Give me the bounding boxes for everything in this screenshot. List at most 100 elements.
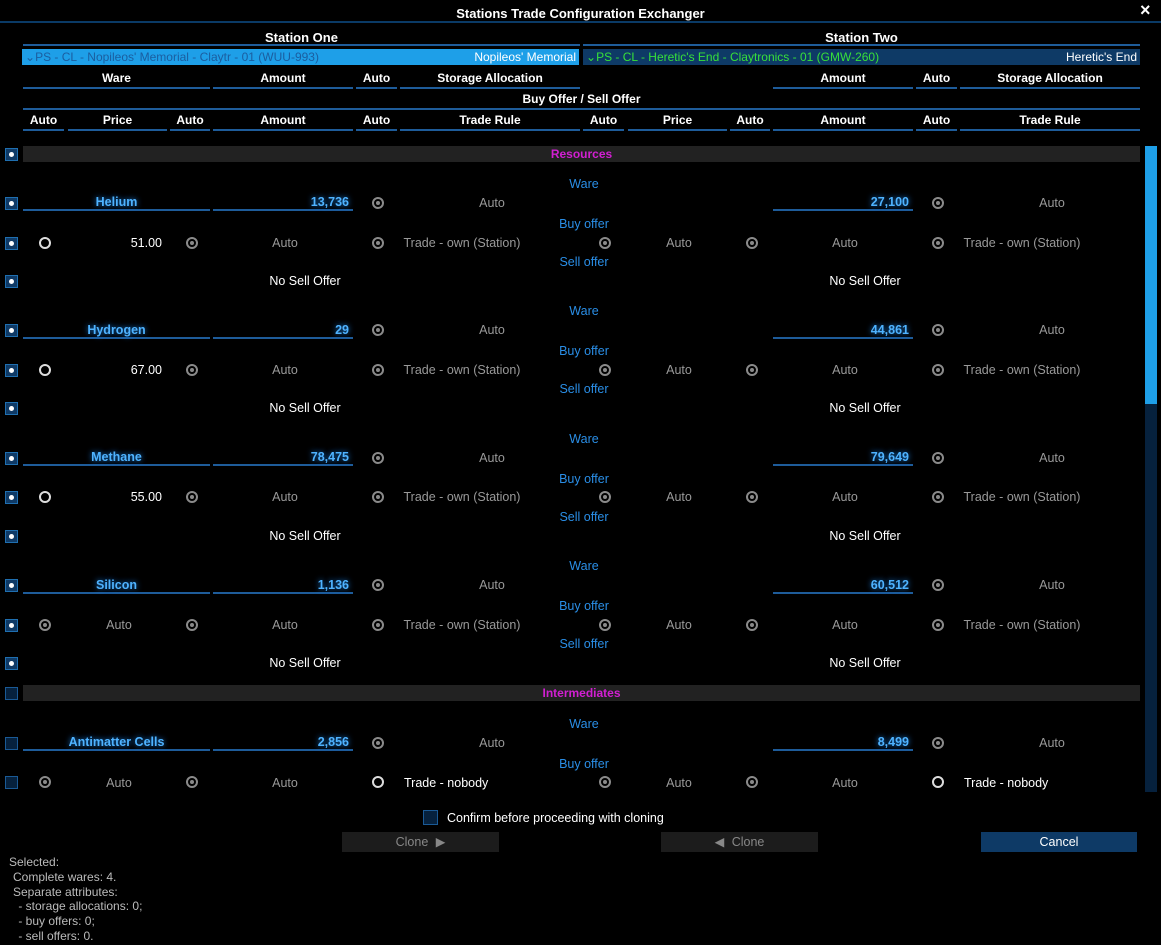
header-auto-f: Auto: [916, 113, 957, 131]
auto-radio[interactable]: [372, 324, 384, 336]
ware-label: Ware: [569, 432, 599, 446]
auto-radio[interactable]: [372, 579, 384, 591]
buy-amount: Auto: [832, 363, 858, 377]
ware-checkbox-antimatter[interactable]: [5, 737, 18, 750]
auto-radio[interactable]: [372, 197, 384, 209]
ware-checkbox-helium[interactable]: [5, 197, 18, 210]
sell-offer-label: Sell offer: [559, 510, 609, 524]
no-sell-2: No Sell Offer: [829, 656, 901, 670]
select-resources-checkbox[interactable]: [5, 148, 18, 161]
buy-offer-label: Buy offer: [559, 217, 609, 231]
header-storage-1: Storage Allocation: [400, 71, 580, 89]
auto-radio[interactable]: [932, 579, 944, 591]
station-one-dropdown[interactable]: ⌄PS - CL - Nopileos' Memorial - Claytr -…: [22, 49, 579, 65]
buy-checkbox-methane[interactable]: [5, 491, 18, 504]
buy-checkbox-helium[interactable]: [5, 237, 18, 250]
sell-checkbox-hydrogen[interactable]: [5, 402, 18, 415]
ware-checkbox-hydrogen[interactable]: [5, 324, 18, 337]
trade-rule-antimatter-1: Trade - nobody: [404, 776, 489, 790]
amount-auto-radio[interactable]: [746, 619, 758, 631]
no-sell-1: No Sell Offer: [269, 274, 341, 288]
rule-auto-radio[interactable]: [372, 619, 384, 631]
arrow-right-icon: ▶: [435, 835, 446, 849]
rule-auto-radio[interactable]: [372, 364, 384, 376]
sell-checkbox-methane[interactable]: [5, 530, 18, 543]
close-icon[interactable]: ×: [1140, 0, 1151, 21]
auto-radio[interactable]: [932, 324, 944, 336]
buy-amount: Auto: [832, 618, 858, 632]
price-auto-radio[interactable]: [39, 237, 51, 249]
clone-left-label: Clone: [731, 835, 765, 849]
price-auto-2: Auto: [666, 618, 692, 632]
price-auto-radio[interactable]: [599, 237, 611, 249]
no-sell-1: No Sell Offer: [269, 656, 341, 670]
no-sell-2: No Sell Offer: [829, 529, 901, 543]
price-auto-radio[interactable]: [39, 491, 51, 503]
buy-checkbox-silicon[interactable]: [5, 619, 18, 632]
auto-radio[interactable]: [932, 197, 944, 209]
trade-rule-methane-2: Trade - own (Station): [963, 490, 1081, 504]
buy-checkbox-hydrogen[interactable]: [5, 364, 18, 377]
ware-checkbox-methane[interactable]: [5, 452, 18, 465]
amount-antimatter-2: 8,499: [773, 735, 913, 751]
amount-auto-radio[interactable]: [746, 364, 758, 376]
auto-radio[interactable]: [932, 452, 944, 464]
confirm-checkbox[interactable]: [423, 810, 438, 825]
status-storage: - storage allocations: 0;: [15, 899, 143, 914]
rule-auto-radio[interactable]: [932, 619, 944, 631]
price-auto-radio[interactable]: [599, 619, 611, 631]
sell-checkbox-helium[interactable]: [5, 275, 18, 288]
rule-auto-radio[interactable]: [372, 237, 384, 249]
station-two-dropdown[interactable]: ⌄PS - CL - Heretic's End - Claytronics -…: [583, 49, 1140, 65]
amount-auto-radio[interactable]: [746, 776, 758, 788]
station-one-short-name: Nopileos' Memorial: [474, 50, 576, 64]
select-intermediates-checkbox[interactable]: [5, 687, 18, 700]
buy-checkbox-antimatter[interactable]: [5, 776, 18, 789]
auto-radio[interactable]: [932, 737, 944, 749]
rule-auto-radio[interactable]: [932, 491, 944, 503]
clone-left-button[interactable]: ◀ Clone: [661, 832, 818, 852]
price-silicon: Auto: [106, 618, 132, 632]
amount-auto-radio[interactable]: [186, 776, 198, 788]
amount-auto-radio[interactable]: [186, 237, 198, 249]
storage-value: Auto: [479, 323, 505, 337]
auto-radio[interactable]: [372, 452, 384, 464]
scrollbar-thumb[interactable]: [1145, 146, 1157, 404]
price-auto-radio[interactable]: [599, 364, 611, 376]
clone-right-button[interactable]: Clone ▶: [342, 832, 499, 852]
price-auto-radio[interactable]: [39, 364, 51, 376]
trade-rule-hydrogen-1: Trade - own (Station): [403, 363, 521, 377]
amount-hydrogen-2: 44,861: [773, 323, 913, 339]
cancel-button[interactable]: Cancel: [981, 832, 1137, 852]
trade-rule-silicon-2: Trade - own (Station): [963, 618, 1081, 632]
rule-auto-radio[interactable]: [932, 364, 944, 376]
amount-auto-radio[interactable]: [186, 491, 198, 503]
buy-amount: Auto: [272, 490, 298, 504]
amount-auto-radio[interactable]: [186, 364, 198, 376]
header-buy-sell: Buy Offer / Sell Offer: [23, 92, 1140, 110]
ware-name-helium: Helium: [23, 195, 210, 211]
sell-checkbox-silicon[interactable]: [5, 657, 18, 670]
header-storage-2: Storage Allocation: [960, 71, 1140, 89]
rule-auto-radio[interactable]: [932, 237, 944, 249]
price-auto-radio[interactable]: [39, 619, 51, 631]
price-auto-radio[interactable]: [39, 776, 51, 788]
header-auto-e: Auto: [730, 113, 770, 131]
price-auto-radio[interactable]: [599, 776, 611, 788]
price-auto-radio[interactable]: [599, 491, 611, 503]
amount-silicon-2: 60,512: [773, 578, 913, 594]
section-intermediates: Intermediates: [23, 685, 1140, 701]
price-auto-2: Auto: [666, 236, 692, 250]
rule-auto-radio[interactable]: [932, 776, 944, 788]
amount-auto-radio[interactable]: [186, 619, 198, 631]
storage-value: Auto: [479, 451, 505, 465]
amount-auto-radio[interactable]: [746, 237, 758, 249]
trade-rule-silicon-1: Trade - own (Station): [403, 618, 521, 632]
auto-radio[interactable]: [372, 737, 384, 749]
header-auto-1: Auto: [356, 71, 397, 89]
rule-auto-radio[interactable]: [372, 776, 384, 788]
amount-auto-radio[interactable]: [746, 491, 758, 503]
title-divider: [0, 21, 1161, 23]
rule-auto-radio[interactable]: [372, 491, 384, 503]
ware-checkbox-silicon[interactable]: [5, 579, 18, 592]
